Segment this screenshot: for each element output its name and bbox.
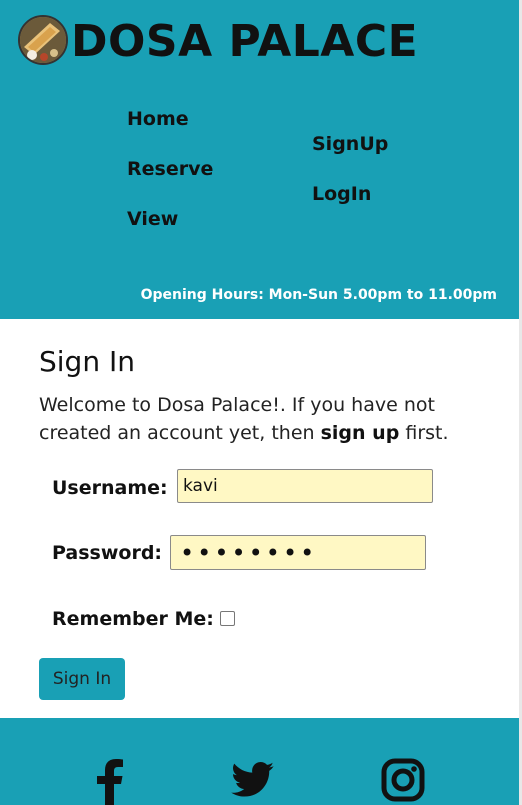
instagram-icon[interactable] <box>381 758 425 802</box>
opening-hours: Opening Hours: Mon-Sun 5.00pm to 11.00pm <box>140 287 497 303</box>
username-input[interactable] <box>177 469 433 503</box>
facebook-icon[interactable] <box>96 758 124 805</box>
nav-reserve[interactable]: Reserve <box>127 157 213 181</box>
nav-view[interactable]: View <box>127 207 178 231</box>
site-header: DOSA PALACE Home Reserve View SignUp Log… <box>0 0 519 319</box>
welcome-signup-link: sign up <box>320 422 400 444</box>
sign-in-button[interactable]: Sign In <box>39 658 125 700</box>
page-title: Sign In <box>39 345 135 378</box>
password-input[interactable] <box>170 535 426 570</box>
nav-login[interactable]: LogIn <box>312 182 371 206</box>
welcome-suffix: first. <box>399 422 449 444</box>
site-footer <box>0 718 519 805</box>
nav-signup[interactable]: SignUp <box>312 132 388 156</box>
dosa-logo-image <box>20 17 66 63</box>
dosa-logo[interactable] <box>18 15 68 65</box>
twitter-icon[interactable] <box>231 762 275 798</box>
brand-title: DOSA PALACE <box>71 16 419 67</box>
remember-me-checkbox[interactable] <box>220 611 235 626</box>
nav-home[interactable]: Home <box>127 107 189 131</box>
welcome-text: Welcome to Dosa Palace!. If you have not… <box>39 391 501 447</box>
remember-me-label: Remember Me: <box>52 608 214 630</box>
password-label: Password: <box>52 542 163 564</box>
username-label: Username: <box>52 477 168 499</box>
